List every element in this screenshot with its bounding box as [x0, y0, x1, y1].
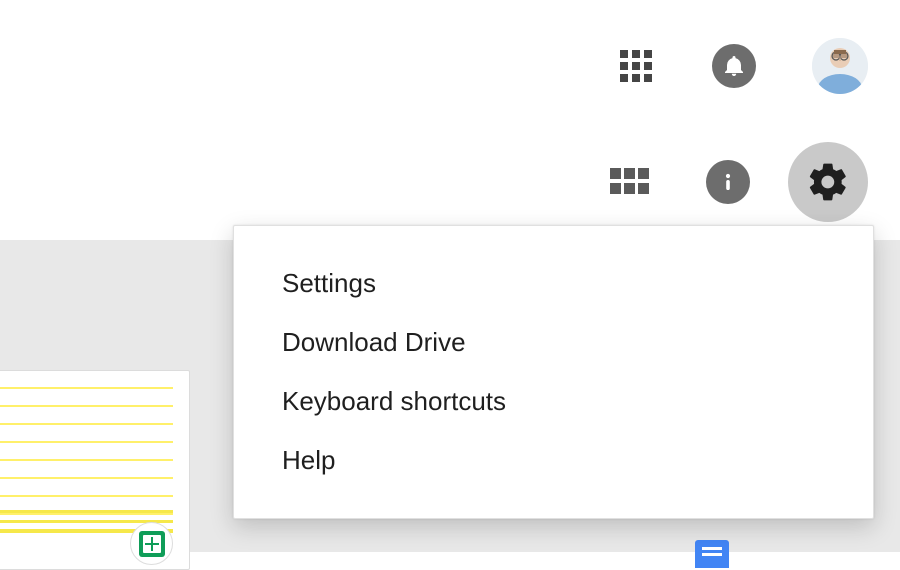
menu-item-help[interactable]: Help	[234, 431, 873, 490]
gear-icon	[806, 160, 850, 204]
apps-grid-icon[interactable]	[616, 46, 656, 86]
settings-button[interactable]	[788, 142, 868, 222]
drive-toolbar	[610, 160, 868, 204]
settings-menu: Settings Download Drive Keyboard shortcu…	[233, 225, 874, 519]
sheets-icon	[130, 522, 173, 565]
menu-item-keyboard-shortcuts[interactable]: Keyboard shortcuts	[234, 372, 873, 431]
info-icon[interactable]	[706, 160, 750, 204]
file-thumbnail-preview	[0, 387, 173, 537]
menu-item-download-drive[interactable]: Download Drive	[234, 313, 873, 372]
account-avatar[interactable]	[812, 38, 868, 94]
notifications-icon[interactable]	[712, 44, 756, 88]
google-bar	[616, 38, 868, 94]
docs-icon	[695, 540, 729, 568]
menu-item-settings[interactable]: Settings	[234, 254, 873, 313]
grid-view-icon[interactable]	[610, 162, 650, 202]
